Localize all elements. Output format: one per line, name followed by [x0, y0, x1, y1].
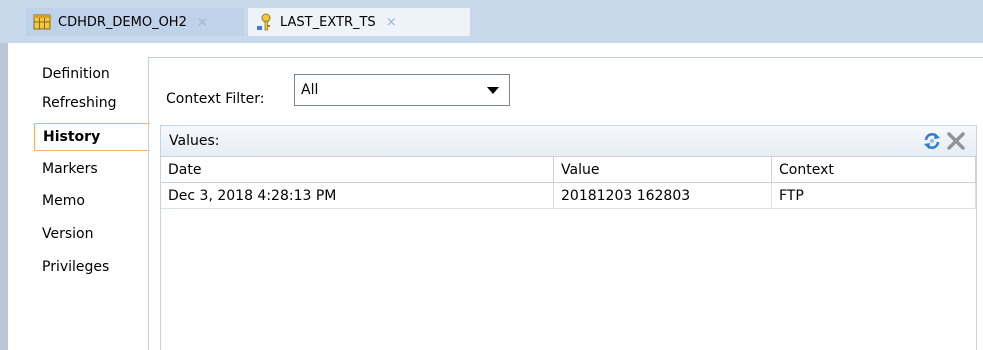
variable-key-icon — [257, 13, 271, 31]
left-border — [0, 43, 16, 350]
tab-cdhdr-demo-oh2[interactable]: CDHDR_DEMO_OH2 × — [26, 8, 244, 36]
refresh-icon[interactable] — [921, 130, 943, 152]
column-header-date[interactable]: Date — [161, 157, 554, 183]
nav-history[interactable]: History — [34, 123, 150, 151]
dropdown-arrow-icon — [487, 87, 499, 94]
column-header-context[interactable]: Context — [772, 157, 976, 183]
tab-label: LAST_EXTR_TS — [280, 14, 376, 30]
table-icon — [33, 14, 51, 30]
nav-version[interactable]: Version — [34, 220, 150, 248]
nav-markers[interactable]: Markers — [34, 155, 150, 183]
values-title: Values: — [169, 133, 220, 149]
delete-icon[interactable] — [945, 130, 967, 152]
table-cell-date[interactable]: Dec 3, 2018 4:28:13 PM — [161, 183, 554, 209]
content-top-divider — [148, 57, 983, 58]
context-filter-select[interactable]: All — [294, 74, 510, 106]
table-cell-value[interactable]: 20181203 162803 — [554, 183, 772, 209]
values-panel-header: Values: — [160, 125, 977, 157]
editor-tab-strip: CDHDR_DEMO_OH2 × LAST_EXTR_TS × — [0, 0, 983, 43]
values-table: Date Value Context Dec 3, 2018 4:28:13 P… — [160, 157, 977, 350]
nav-privileges[interactable]: Privileges — [34, 253, 150, 281]
context-filter-value: All — [301, 82, 319, 98]
close-icon[interactable]: × — [386, 15, 397, 30]
nav-refreshing[interactable]: Refreshing — [34, 89, 150, 117]
column-header-value[interactable]: Value — [554, 157, 772, 183]
context-filter-label: Context Filter: — [166, 91, 265, 107]
close-icon[interactable]: × — [197, 15, 208, 30]
nav-definition[interactable]: Definition — [34, 60, 150, 88]
tab-last-extr-ts[interactable]: LAST_EXTR_TS × — [248, 8, 470, 36]
table-cell-context[interactable]: FTP — [772, 183, 976, 209]
nav-memo[interactable]: Memo — [34, 187, 150, 215]
tab-label: CDHDR_DEMO_OH2 — [58, 14, 187, 30]
nav-divider — [148, 57, 149, 350]
